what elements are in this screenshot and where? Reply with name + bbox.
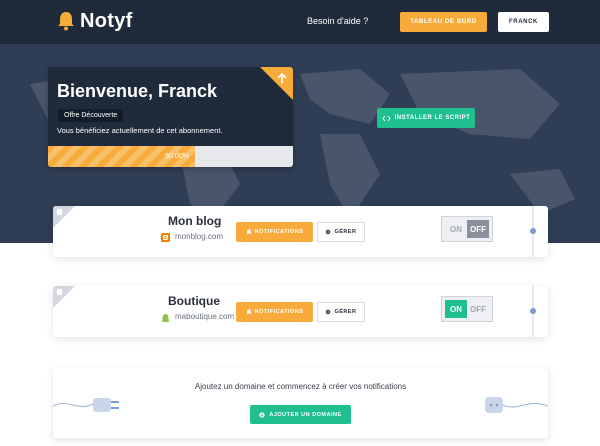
toggle-off-label: OFF [467,300,489,318]
toggle-on-label: ON [445,300,467,318]
site-domain: monblog.com [161,232,223,242]
site-card-monblog: Mon blog monblog.com NOTIFICATIONS GÉRER… [53,206,548,257]
notifications-button[interactable]: NOTIFICATIONS [236,222,313,242]
site-name: Mon blog [168,214,222,228]
logo-text: Notyf [80,10,133,32]
connector-line-icon [530,286,536,337]
document-icon [53,286,75,308]
site-domain-text: monblog.com [175,232,224,241]
notifications-button[interactable]: NOTIFICATIONS [236,302,313,322]
manage-button[interactable]: GÉRER [317,302,365,322]
toggle-on-label: ON [445,220,467,238]
notifications-label: NOTIFICATIONS [254,309,304,315]
gear-icon [326,229,331,235]
subscription-progress: 60.00% [48,146,293,167]
site-domain-text: maboutique.com [175,312,235,321]
manage-button[interactable]: GÉRER [317,222,365,242]
shopify-icon [162,313,169,322]
site-toggle[interactable]: ON OFF [441,216,493,242]
code-icon [381,115,391,121]
bell-icon [58,12,74,31]
toggle-off-label: OFF [467,220,489,238]
document-icon [53,206,75,228]
site-card-boutique: Boutique maboutique.com NOTIFICATIONS GÉ… [53,286,548,337]
site-name: Boutique [168,294,220,308]
offer-badge: Offre Découverte [58,109,124,122]
upgrade-arrow-icon[interactable] [260,67,293,100]
site-domain: maboutique.com [161,312,234,322]
offer-description: Vous bénéficiez actuellement de cet abon… [57,126,223,135]
install-script-label: INSTALLER LE SCRIPT [394,115,471,121]
plus-circle-icon [259,411,265,418]
welcome-title: Bienvenue, Franck [57,81,218,101]
add-domain-button[interactable]: AJOUTER UN DOMAINE [250,405,351,424]
site-toggle[interactable]: ON OFF [441,296,493,322]
dashboard-button[interactable]: TABLEAU DE BORD [400,12,487,32]
help-link[interactable]: Besoin d'aide ? [307,15,368,27]
add-domain-card: Ajoutez un domaine et commencez à créer … [53,368,548,438]
progress-label: 60.00% [165,153,189,160]
install-script-button[interactable]: INSTALLER LE SCRIPT [377,108,475,128]
add-domain-label: AJOUTER UN DOMAINE [269,411,342,418]
user-menu-button[interactable]: FRANCK [498,12,549,32]
top-navbar: Notyf Besoin d'aide ? TABLEAU DE BORD FR… [0,0,600,44]
bell-icon [246,229,252,234]
logo[interactable]: Notyf [57,10,133,32]
manage-label: GÉRER [334,309,357,315]
connector-line-icon [530,206,536,257]
notifications-label: NOTIFICATIONS [254,229,304,235]
manage-label: GÉRER [334,229,357,235]
gear-icon [326,309,331,315]
bell-icon [246,309,252,314]
welcome-card: Bienvenue, Franck Offre Découverte Vous … [48,67,293,167]
plug-icon [53,398,119,412]
socket-icon [485,397,548,413]
blogger-icon [161,232,170,242]
